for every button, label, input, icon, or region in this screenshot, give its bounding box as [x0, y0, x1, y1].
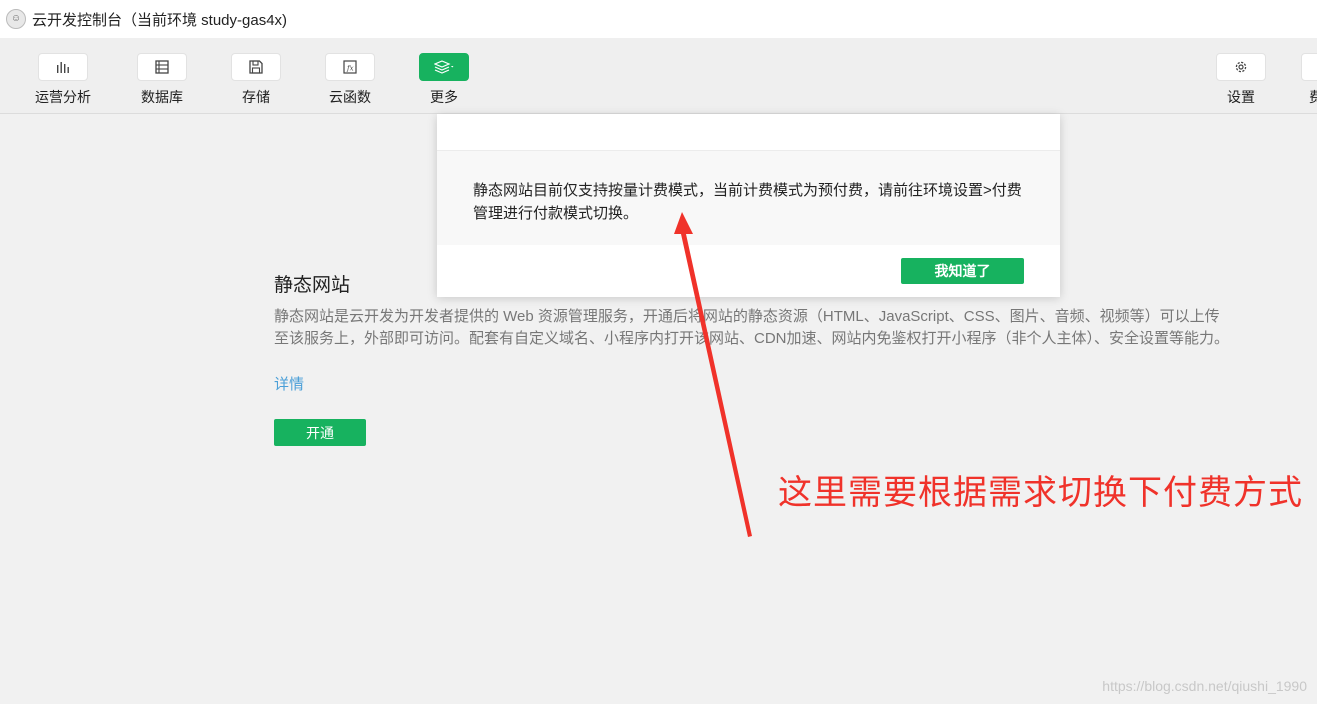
window-title: 云开发控制台（当前环境 study-gas4x): [32, 11, 288, 29]
detail-link[interactable]: 详情: [274, 373, 304, 394]
database-icon: [155, 60, 169, 74]
toolbar-item-more[interactable]: 更多: [404, 53, 484, 107]
toolbar-label: 运营分析: [35, 89, 91, 105]
analytics-button[interactable]: [38, 53, 88, 81]
annotation-text: 这里需要根据需求切换下付费方式: [778, 474, 1303, 512]
acknowledge-button[interactable]: 我知道了: [901, 258, 1024, 284]
toolbar-item-billing[interactable]: 费: [1301, 53, 1317, 107]
bar-chart-icon: [57, 62, 69, 73]
toolbar-label: 设置: [1227, 89, 1255, 105]
open-button[interactable]: 开通: [274, 419, 366, 446]
gear-icon: [1235, 61, 1247, 73]
page-title: 静态网站: [274, 275, 351, 296]
floppy-disk-icon: [249, 60, 263, 74]
toolbar-item-database[interactable]: 数据库: [122, 53, 202, 107]
svg-text:fx: fx: [346, 65, 354, 73]
annotation-arrow-icon: [674, 212, 752, 537]
cloud-function-button[interactable]: fx: [325, 53, 375, 81]
settings-button[interactable]: [1216, 53, 1266, 81]
toolbar-label: 费: [1309, 89, 1317, 105]
toolbar-label: 云函数: [329, 89, 371, 105]
toolbar-item-storage[interactable]: 存储: [216, 53, 296, 107]
more-button[interactable]: [419, 53, 469, 81]
layers-icon: [434, 60, 454, 74]
toolbar-label: 存储: [242, 89, 270, 105]
toolbar-label: 数据库: [141, 89, 183, 105]
storage-button[interactable]: [231, 53, 281, 81]
watermark: https://blog.csdn.net/qiushi_1990: [1102, 678, 1307, 694]
toolbar-label: 更多: [430, 89, 458, 105]
function-icon: fx: [343, 60, 357, 74]
toolbar-item-analytics[interactable]: 运营分析: [23, 53, 103, 107]
title-bar: ☺ 云开发控制台（当前环境 study-gas4x): [0, 0, 1317, 38]
dialog-header: [437, 114, 1060, 151]
chat-bubble-icon: ☺: [6, 9, 26, 29]
toolbar-item-settings[interactable]: 设置: [1201, 53, 1281, 107]
database-button[interactable]: [137, 53, 187, 81]
toolbar-item-cloud-function[interactable]: fx 云函数: [310, 53, 390, 107]
main-toolbar: 运营分析 数据库 存储 fx 云函数 更多 设置 费: [0, 38, 1317, 114]
billing-button[interactable]: [1301, 53, 1317, 81]
